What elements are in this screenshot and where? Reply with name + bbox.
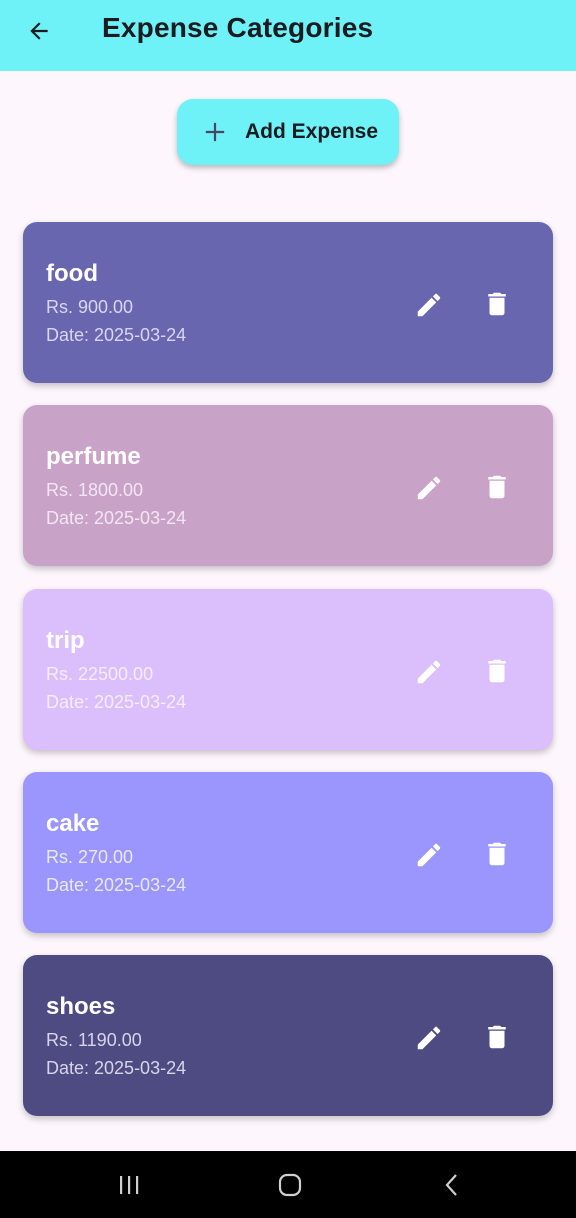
home-button[interactable] [274, 1169, 306, 1201]
trash-icon [488, 475, 506, 499]
add-expense-label: Add Expense [245, 120, 379, 143]
expense-card[interactable]: cake Rs. 270.00 Date: 2025-03-24 [23, 772, 553, 933]
delete-button[interactable] [479, 286, 515, 322]
expense-amount: Rs. 1800.00 [46, 480, 144, 500]
app-bar: Expense Categories [0, 0, 576, 71]
nav-back-button[interactable] [436, 1169, 468, 1201]
expense-date: Date: 2025-03-24 [46, 692, 187, 712]
trash-icon [488, 1025, 506, 1049]
expense-card[interactable]: food Rs. 900.00 Date: 2025-03-24 [23, 222, 553, 383]
delete-button[interactable] [479, 469, 515, 505]
expense-card[interactable]: trip Rs. 22500.00 Date: 2025-03-24 [23, 589, 553, 750]
expense-date: Date: 2025-03-24 [46, 875, 187, 895]
edit-button[interactable] [411, 470, 447, 506]
expense-card[interactable]: perfume Rs. 1800.00 Date: 2025-03-24 [23, 405, 553, 566]
edit-button[interactable] [411, 287, 447, 323]
chevron-left-icon [445, 1174, 457, 1196]
edit-button[interactable] [411, 654, 447, 690]
recents-icon [120, 1176, 139, 1194]
expense-amount: Rs. 22500.00 [46, 664, 154, 684]
home-icon [278, 1173, 302, 1197]
pencil-icon [417, 660, 441, 684]
expense-amount: Rs. 270.00 [46, 847, 134, 867]
expense-date: Date: 2025-03-24 [46, 1058, 187, 1078]
expense-name: perfume [46, 443, 141, 470]
system-nav-bar [0, 1151, 576, 1218]
recents-button[interactable] [113, 1169, 145, 1201]
expense-name: shoes [46, 993, 116, 1020]
delete-button[interactable] [479, 653, 515, 689]
arrow-left-icon [30, 22, 48, 40]
expense-date: Date: 2025-03-24 [46, 508, 187, 528]
pencil-icon [417, 843, 441, 867]
trash-icon [488, 659, 506, 683]
expense-amount: Rs. 900.00 [46, 297, 134, 317]
add-expense-button[interactable]: Add Expense [177, 99, 399, 165]
edit-button[interactable] [411, 837, 447, 873]
expense-date: Date: 2025-03-24 [46, 325, 187, 345]
pencil-icon [417, 476, 441, 500]
delete-button[interactable] [479, 1019, 515, 1055]
plus-icon [205, 122, 225, 142]
expense-name: food [46, 260, 98, 287]
delete-button[interactable] [479, 836, 515, 872]
page-title: Expense Categories [102, 12, 374, 43]
expense-name: cake [46, 810, 100, 837]
trash-icon [488, 292, 506, 316]
edit-button[interactable] [411, 1020, 447, 1056]
expense-amount: Rs. 1190.00 [46, 1030, 142, 1050]
expense-card[interactable]: shoes Rs. 1190.00 Date: 2025-03-24 [23, 955, 553, 1116]
trash-icon [488, 842, 506, 866]
back-button[interactable] [22, 14, 56, 48]
expense-name: trip [46, 627, 85, 654]
pencil-icon [417, 1026, 441, 1050]
pencil-icon [417, 293, 441, 317]
